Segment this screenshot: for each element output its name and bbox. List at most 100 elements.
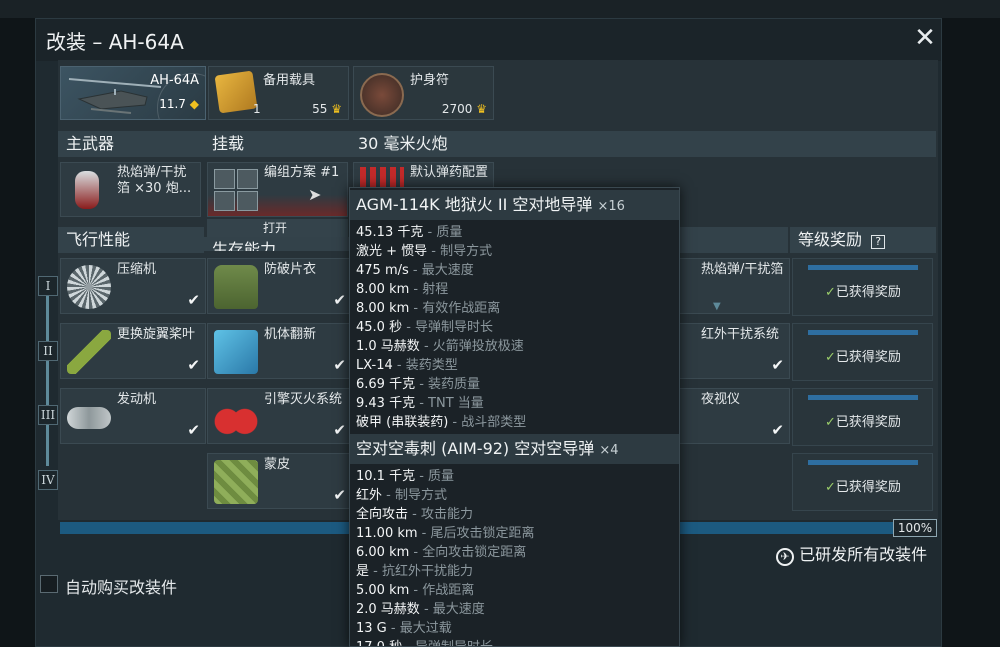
tooltip-separator: -	[419, 339, 433, 354]
pylons-slot[interactable]: 编组方案 #1 ➤	[207, 162, 348, 217]
tooltip-stat-value: 475 m/s	[356, 263, 409, 278]
tier-3: III	[38, 405, 58, 425]
check-icon: ✔	[333, 421, 346, 439]
tooltip-separator: -	[448, 415, 462, 430]
tooltip-stat-value: 45.0 秒	[356, 320, 403, 335]
tooltip-separator: -	[409, 583, 423, 598]
tooltip-stat-row: 17.0 秒 - 导弹制导时长	[356, 638, 493, 646]
check-icon: ✓	[825, 350, 836, 365]
check-icon: ✔	[333, 356, 346, 374]
tooltip-stat-value: 红外	[356, 488, 383, 503]
tooltip-separator: -	[386, 621, 400, 636]
mod-fire-extinguisher[interactable]: 引擎灭火系统 ✔	[207, 388, 352, 444]
tooltip-stat-value: 11.00 km	[356, 526, 418, 541]
tooltip-separator: -	[409, 301, 423, 316]
reward-text: ✓已获得奖励	[825, 476, 901, 495]
pylons-header: 挂载	[204, 131, 350, 157]
cannon-ammo-label: 默认弹药配置	[410, 165, 489, 180]
auto-buy-checkbox[interactable]	[40, 575, 58, 593]
rank-rewards-header: 等级奖励 ?	[790, 227, 936, 253]
tooltip-stat-row: 1.0 马赫数 - 火箭弹投放极速	[356, 337, 524, 356]
pylons-preset-label: 编组方案 #1	[264, 165, 340, 180]
mod-anti-fragmentation[interactable]: 防破片衣 ✔	[207, 258, 352, 314]
reward-bar	[808, 395, 918, 400]
tooltip-stat-desc: 有效作战距离	[422, 301, 501, 316]
main-weapon-header: 主武器	[58, 131, 204, 157]
tooltip-stat-row: 5.00 km - 作战距离	[356, 581, 474, 600]
vehicle-card[interactable]: AH-64A 11.7 ◆	[60, 66, 206, 120]
battle-rating: 11.7 ◆	[159, 97, 199, 111]
backup-vehicle-label: 备用载具	[263, 73, 316, 88]
tooltip-stat-value: 8.00 km	[356, 282, 410, 297]
eagle-icon: ♛	[327, 102, 342, 116]
tier-2: II	[38, 341, 58, 361]
mod-flares-label: 热焰弹/干扰箔	[701, 262, 784, 277]
help-icon[interactable]: ?	[871, 235, 886, 249]
main-weapon-slot[interactable]: 热焰弹/干扰箔 ×30 炮...	[60, 162, 201, 217]
airframe-icon	[214, 330, 258, 374]
mod-night-vision-label: 夜视仪	[701, 392, 741, 407]
cannon-slot[interactable]: 默认弹药配置	[353, 162, 494, 190]
tooltip-stat-value: 8.00 km	[356, 301, 410, 316]
auto-buy-label[interactable]: 自动购买改装件	[65, 574, 177, 598]
tier-4: IV	[38, 470, 58, 490]
tooltip-stat-value: 1.0 马赫数	[356, 339, 420, 354]
compressor-icon	[67, 265, 111, 309]
reward-label: 已获得奖励	[835, 480, 901, 495]
backup-vehicle-count: 1	[253, 102, 261, 116]
tooltip-stat-row: 10.1 千克 - 质量	[356, 467, 454, 486]
tooltip-stat-value: 17.0 秒	[356, 640, 402, 646]
tooltip-separator: -	[408, 263, 422, 278]
backup-vehicle-card[interactable]: 备用载具 1 55 ♛	[208, 66, 349, 120]
fire-extinguisher-icon	[214, 395, 258, 439]
battle-rating-value: 11.7	[159, 97, 186, 111]
engine-icon	[67, 407, 111, 429]
flight-performance-header: 飞行性能	[58, 227, 204, 253]
background-strip	[0, 0, 1000, 18]
talisman-cost: 2700 ♛	[442, 102, 487, 116]
tooltip-section-count: ×4	[599, 443, 619, 458]
mod-airframe-label: 机体翻新	[264, 327, 317, 342]
mod-airframe[interactable]: 机体翻新 ✔	[207, 323, 352, 379]
mod-compressor[interactable]: 压缩机 ✔	[60, 258, 206, 314]
tooltip-stat-value: 9.43 千克	[356, 396, 416, 411]
tooltip-stat-value: 6.69 千克	[356, 377, 416, 392]
check-icon: ✔	[187, 291, 200, 309]
mod-skin[interactable]: 蒙皮 ✔	[207, 453, 352, 509]
tooltip-separator: -	[392, 358, 406, 373]
check-icon: ✓	[825, 480, 836, 495]
tooltip-stat-value: 是	[356, 564, 370, 579]
close-icon[interactable]: ✕	[912, 25, 938, 51]
talisman-card[interactable]: 护身符 2700 ♛	[353, 66, 494, 120]
eagle-icon: ♛	[472, 102, 487, 116]
cannon-header: 30 毫米火炮	[350, 131, 936, 157]
backup-vehicle-cost-value: 55	[312, 102, 328, 116]
check-icon: ✓	[825, 285, 836, 300]
backup-vehicle-icon	[214, 70, 258, 114]
arrow-down-icon: ▼	[713, 301, 721, 312]
talisman-cost-value: 2700	[441, 102, 473, 116]
tooltip-stat-desc: 作战距离	[422, 583, 475, 598]
weapon-tooltip: AGM-114K 地狱火 II 空对地导弹 ×16 45.13 千克 - 质量 激光…	[349, 187, 680, 647]
check-icon: ✔	[771, 356, 784, 374]
tooltip-separator: -	[415, 469, 429, 484]
reward-text: ✓已获得奖励	[825, 346, 901, 365]
tooltip-stat-desc: 最大速度	[432, 602, 485, 617]
tooltip-stat-desc: 质量	[436, 225, 463, 240]
flare-icon	[75, 171, 99, 209]
main-weapon-label: 热焰弹/干扰箔 ×30 炮...	[117, 165, 192, 196]
mod-rotor-blades[interactable]: 更换旋翼桨叶 ✔	[60, 323, 206, 379]
research-status-label: 已研发所有改装件	[799, 545, 928, 564]
tooltip-stat-row: 2.0 马赫数 - 最大速度	[356, 600, 485, 619]
tooltip-stat-desc: 尾后攻击锁定距离	[430, 526, 535, 541]
reward-tier-4: ✓已获得奖励	[792, 453, 933, 511]
tooltip-separator: -	[408, 507, 421, 522]
skin-panel-icon	[214, 460, 258, 504]
reward-bar	[808, 330, 918, 335]
tooltip-separator: -	[415, 396, 429, 411]
mod-engine[interactable]: 发动机 ✔	[60, 388, 206, 444]
tooltip-stat-desc: 最大速度	[421, 263, 474, 278]
tooltip-stat-value: 5.00 km	[356, 583, 410, 598]
tooltip-stat-desc: 全向攻击锁定距离	[422, 545, 527, 560]
pylons-open-button[interactable]: 打开	[207, 219, 348, 237]
